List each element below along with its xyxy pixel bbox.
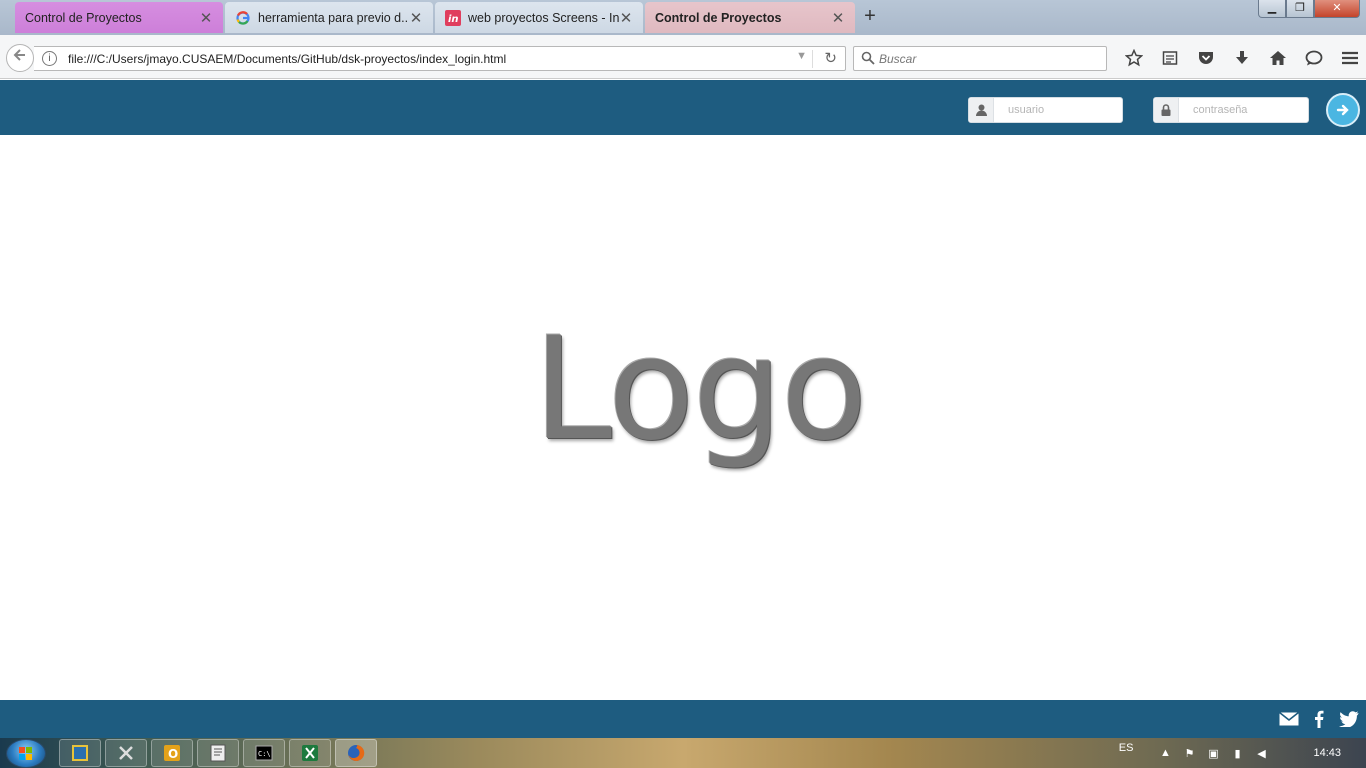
page-header: usuario contraseña xyxy=(0,80,1366,135)
tab-control-proyectos-active[interactable]: Control de Proyectos ✕ xyxy=(645,2,855,33)
maximize-button[interactable]: ❐ xyxy=(1286,0,1314,18)
svg-text:C:\: C:\ xyxy=(258,750,271,758)
search-placeholder: Buscar xyxy=(879,52,917,66)
chat-icon[interactable] xyxy=(1296,47,1332,69)
taskbar-app-virtualbox[interactable] xyxy=(59,739,101,767)
search-icon xyxy=(861,51,875,70)
taskbar-app-firefox[interactable] xyxy=(335,739,377,767)
clock[interactable]: 14:43 xyxy=(1313,747,1341,759)
svg-text:in: in xyxy=(448,14,459,25)
divider xyxy=(812,50,813,68)
url-text[interactable]: file:///C:/Users/jmayo.CUSAEM/Documents/… xyxy=(68,52,506,66)
tab-close-icon[interactable]: ✕ xyxy=(409,9,423,27)
facebook-icon[interactable] xyxy=(1308,709,1330,729)
svg-text:O: O xyxy=(168,747,178,761)
back-button[interactable] xyxy=(6,44,34,72)
login-button[interactable] xyxy=(1326,93,1360,127)
start-button[interactable] xyxy=(6,739,46,768)
taskbar-app-outlook[interactable]: O xyxy=(151,739,193,767)
taskbar-app-cmd[interactable]: C:\ xyxy=(243,739,285,767)
username-placeholder: usuario xyxy=(1008,104,1045,116)
tab-label: web proyectos Screens - In... xyxy=(468,10,619,25)
volume-icon[interactable]: ◀ xyxy=(1249,747,1273,760)
tab-label: herramienta para previo d... xyxy=(258,10,409,25)
search-bar[interactable]: Buscar xyxy=(853,46,1107,71)
download-icon[interactable] xyxy=(1224,47,1260,69)
tab-label: Control de Proyectos xyxy=(655,10,782,25)
logo-text: Logo xyxy=(533,307,868,472)
google-icon xyxy=(235,10,251,26)
network-icon[interactable]: ▣ xyxy=(1201,747,1225,760)
back-arrow-icon xyxy=(13,49,25,61)
arrow-right-icon xyxy=(1336,104,1349,116)
tab-label: Control de Proyectos xyxy=(25,10,142,25)
taskbar-app-tools[interactable] xyxy=(105,739,147,767)
menu-icon[interactable] xyxy=(1332,47,1366,69)
password-placeholder: contraseña xyxy=(1193,104,1248,116)
taskbar-app-excel[interactable] xyxy=(289,739,331,767)
history-dropdown-icon[interactable]: ▼ xyxy=(796,50,807,62)
browser-tab-strip: Control de Proyectos ✕ herramienta para … xyxy=(0,0,1366,35)
social-links xyxy=(1278,709,1360,729)
tab-close-icon[interactable]: ✕ xyxy=(619,9,633,27)
minimize-button[interactable]: ▁ xyxy=(1258,0,1286,18)
toolbar-icons xyxy=(1116,47,1366,69)
info-icon[interactable]: i xyxy=(42,51,57,66)
language-indicator[interactable]: ES xyxy=(1119,742,1134,754)
window-controls: ▁ ❐ ✕ xyxy=(1258,0,1360,18)
reload-icon[interactable]: ↻ xyxy=(824,49,837,67)
home-icon[interactable] xyxy=(1260,47,1296,69)
tab-web-proyectos[interactable]: in web proyectos Screens - In... ✕ xyxy=(435,2,643,33)
os-taskbar: O C:\ ES ▲ ⚑ ▣ ▮ ◀ 14:43 xyxy=(0,738,1366,768)
navigation-bar: i file:///C:/Users/jmayo.CUSAEM/Document… xyxy=(0,35,1366,79)
email-icon[interactable] xyxy=(1278,709,1300,729)
tab-control-proyectos-1[interactable]: Control de Proyectos ✕ xyxy=(15,2,223,33)
reading-list-icon[interactable] xyxy=(1152,47,1188,69)
tab-herramienta[interactable]: herramienta para previo d... ✕ xyxy=(225,2,433,33)
invision-icon: in xyxy=(445,9,461,26)
lock-icon xyxy=(1154,98,1179,122)
taskbar-app-editor[interactable] xyxy=(197,739,239,767)
tab-close-icon[interactable]: ✕ xyxy=(831,9,845,27)
twitter-icon[interactable] xyxy=(1338,709,1360,729)
show-hidden-icons-icon[interactable]: ▲ xyxy=(1153,747,1177,759)
new-tab-button[interactable]: + xyxy=(860,6,880,28)
windows-logo-icon xyxy=(19,747,32,760)
password-field[interactable]: contraseña xyxy=(1153,97,1309,123)
tab-close-icon[interactable]: ✕ xyxy=(199,9,213,27)
username-field[interactable]: usuario xyxy=(968,97,1123,123)
action-center-flag-icon[interactable]: ⚑ xyxy=(1177,747,1201,760)
power-icon[interactable]: ▮ xyxy=(1225,747,1249,760)
user-icon xyxy=(969,98,994,122)
page-footer xyxy=(0,700,1366,738)
system-tray: ES ▲ ⚑ ▣ ▮ ◀ 14:43 xyxy=(1119,738,1366,768)
bookmark-star-icon[interactable] xyxy=(1116,47,1152,69)
close-window-button[interactable]: ✕ xyxy=(1314,0,1360,18)
main-content: Logo xyxy=(0,135,1366,700)
url-bar[interactable]: i file:///C:/Users/jmayo.CUSAEM/Document… xyxy=(34,46,846,71)
pocket-icon[interactable] xyxy=(1188,47,1224,69)
